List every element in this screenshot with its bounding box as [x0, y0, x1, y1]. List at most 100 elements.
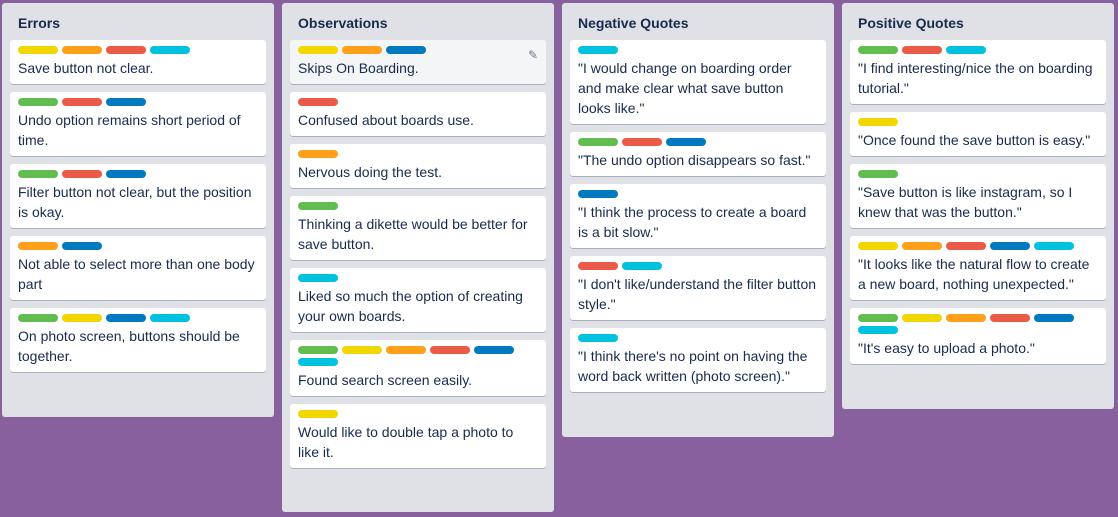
label-green — [578, 138, 618, 146]
card-title: On photo screen, buttons should be toget… — [18, 328, 240, 364]
label-sky — [858, 326, 898, 334]
list-title[interactable]: Negative Quotes — [570, 3, 826, 40]
card-title: "It's easy to upload a photo." — [858, 340, 1035, 356]
card-labels — [858, 118, 1098, 126]
label-sky — [622, 262, 662, 270]
label-blue — [666, 138, 706, 146]
card[interactable]: Save button not clear. — [10, 40, 266, 84]
card-labels — [18, 314, 258, 322]
label-green — [18, 314, 58, 322]
label-orange — [342, 46, 382, 54]
label-blue — [386, 46, 426, 54]
list-errors[interactable]: Errors Save button not clear. Undo option … — [2, 3, 274, 417]
label-orange — [62, 46, 102, 54]
list-observations[interactable]: Observations Skips On Boarding. ✎ Confused … — [282, 3, 554, 512]
label-yellow — [342, 346, 382, 354]
card[interactable]: "The undo option disappears so fast." — [570, 132, 826, 176]
label-orange — [18, 242, 58, 250]
card[interactable]: "I think there's no point on having the … — [570, 328, 826, 392]
card-labels — [298, 410, 538, 418]
card-labels — [578, 46, 818, 54]
card-labels — [578, 190, 818, 198]
label-yellow — [858, 242, 898, 250]
label-sky — [298, 358, 338, 366]
label-green — [298, 202, 338, 210]
card[interactable]: Skips On Boarding. ✎ — [290, 40, 546, 84]
label-green — [858, 314, 898, 322]
card[interactable]: Thinking a dikette would be better for s… — [290, 196, 546, 260]
card-title: "I would change on boarding order and ma… — [578, 60, 792, 116]
card-labels — [858, 242, 1098, 250]
label-orange — [298, 150, 338, 158]
list-title[interactable]: Observations — [290, 3, 546, 40]
card-list: "I find interesting/nice the on boarding… — [850, 40, 1106, 364]
label-red — [902, 46, 942, 54]
label-yellow — [902, 314, 942, 322]
label-sky — [1034, 242, 1074, 250]
label-sky — [946, 46, 986, 54]
card-title: Thinking a dikette would be better for s… — [298, 216, 528, 252]
card-list: Save button not clear. Undo option remain… — [10, 40, 266, 372]
card-title: "I don't like/understand the filter butt… — [578, 276, 817, 312]
label-sky — [578, 46, 618, 54]
card-labels — [298, 46, 538, 54]
card[interactable]: "I think the process to create a board i… — [570, 184, 826, 248]
card-title: Not able to select more than one body pa… — [18, 256, 255, 292]
label-red — [430, 346, 470, 354]
card-list: "I would change on boarding order and ma… — [570, 40, 826, 392]
label-sky — [150, 314, 190, 322]
label-blue — [62, 242, 102, 250]
label-orange — [902, 242, 942, 250]
card-list: Skips On Boarding. ✎ Confused about boards… — [290, 40, 546, 468]
card[interactable]: Liked so much the option of creating you… — [290, 268, 546, 332]
card-labels — [298, 202, 538, 210]
card-title: Filter button not clear, but the positio… — [18, 184, 252, 220]
card-title: Found search screen easily. — [298, 372, 473, 388]
label-green — [298, 346, 338, 354]
label-red — [622, 138, 662, 146]
label-yellow — [298, 410, 338, 418]
card-title: "Once found the save button is easy." — [858, 132, 1091, 148]
card[interactable]: Found search screen easily. — [290, 340, 546, 396]
card-title: Liked so much the option of creating you… — [298, 288, 523, 324]
label-sky — [578, 334, 618, 342]
card-title: Skips On Boarding. — [298, 60, 419, 76]
list-negative-quotes[interactable]: Negative Quotes "I would change on boardi… — [562, 3, 834, 437]
card[interactable]: On photo screen, buttons should be toget… — [10, 308, 266, 372]
card-title: Save button not clear. — [18, 60, 154, 76]
card-labels — [858, 170, 1098, 178]
card[interactable]: Undo option remains short period of time… — [10, 92, 266, 156]
label-blue — [106, 98, 146, 106]
label-red — [578, 262, 618, 270]
pencil-icon[interactable]: ✎ — [526, 48, 540, 62]
label-red — [990, 314, 1030, 322]
board: Errors Save button not clear. Undo option … — [0, 0, 1118, 517]
card[interactable]: "I find interesting/nice the on boarding… — [850, 40, 1106, 104]
label-green — [858, 170, 898, 178]
card-labels — [858, 46, 1098, 54]
card-title: Undo option remains short period of time… — [18, 112, 241, 148]
card[interactable]: "It looks like the natural flow to creat… — [850, 236, 1106, 300]
card[interactable]: "I don't like/understand the filter butt… — [570, 256, 826, 320]
card[interactable]: Filter button not clear, but the positio… — [10, 164, 266, 228]
label-green — [18, 170, 58, 178]
list-title[interactable]: Positive Quotes — [850, 3, 1106, 40]
label-blue — [106, 314, 146, 322]
card[interactable]: "Save button is like instagram, so I kne… — [850, 164, 1106, 228]
card-title: Confused about boards use. — [298, 112, 474, 128]
list-positive-quotes[interactable]: Positive Quotes "I find interesting/nice … — [842, 3, 1114, 409]
card[interactable]: Confused about boards use. — [290, 92, 546, 136]
card[interactable]: "Once found the save button is easy." — [850, 112, 1106, 156]
card[interactable]: Would like to double tap a photo to like… — [290, 404, 546, 468]
card[interactable]: "I would change on boarding order and ma… — [570, 40, 826, 124]
list-title[interactable]: Errors — [10, 3, 266, 40]
card[interactable]: Nervous doing the test. — [290, 144, 546, 188]
label-blue — [1034, 314, 1074, 322]
card-labels — [578, 262, 818, 270]
label-blue — [474, 346, 514, 354]
card[interactable]: Not able to select more than one body pa… — [10, 236, 266, 300]
card-labels — [298, 98, 538, 106]
label-sky — [150, 46, 190, 54]
card[interactable]: "It's easy to upload a photo." — [850, 308, 1106, 364]
card-title: Nervous doing the test. — [298, 164, 442, 180]
